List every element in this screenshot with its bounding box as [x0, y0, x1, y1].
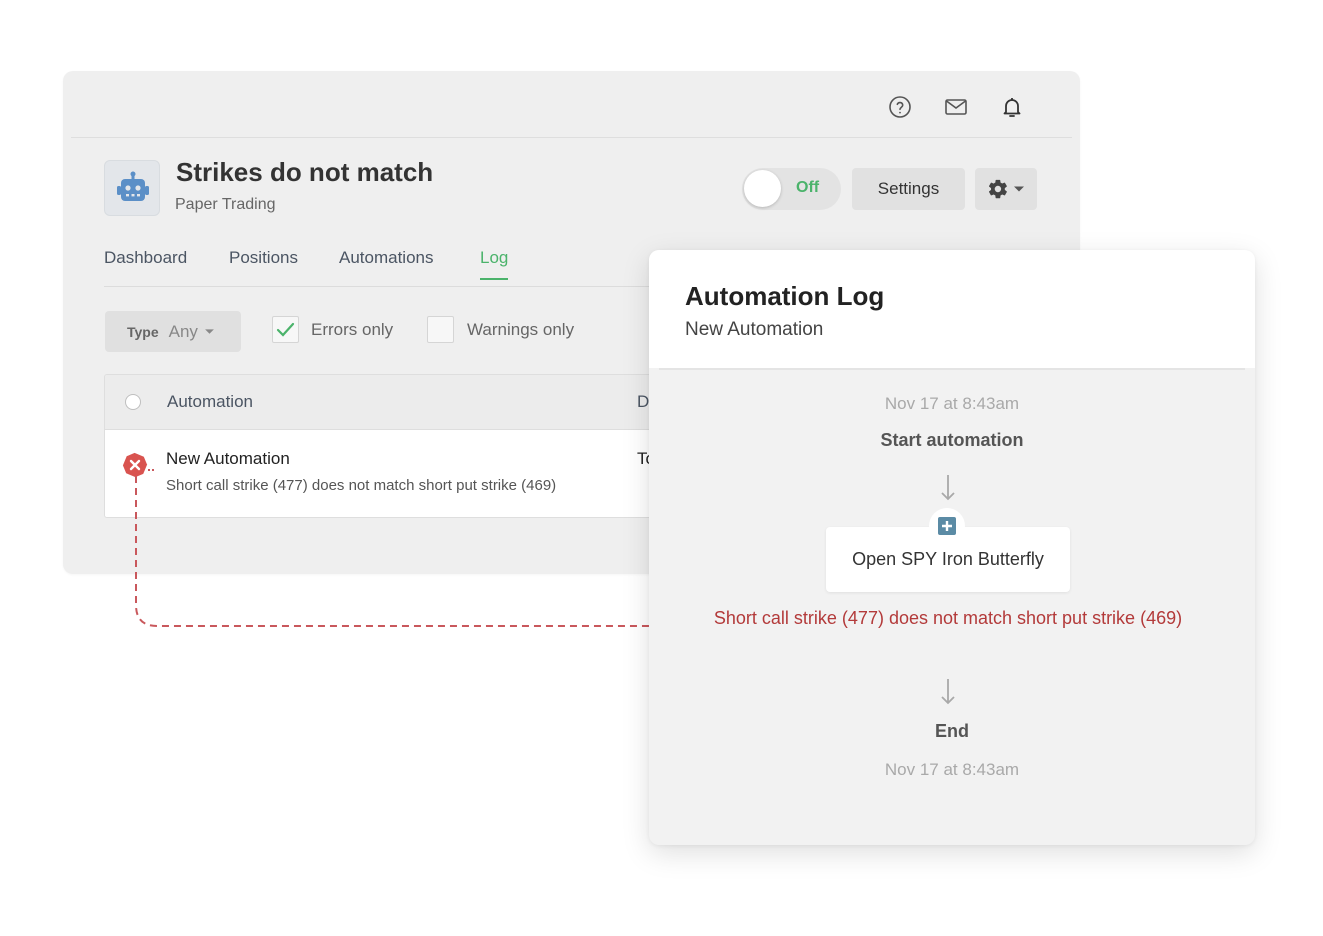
end-step: End [935, 721, 969, 741]
start-step: Start automation [880, 430, 1024, 450]
automation-log-panel: Automation Log New Automation Nov 17 at … [649, 250, 1255, 845]
log-panel-title: Automation Log [685, 281, 885, 311]
plus-icon [938, 517, 956, 535]
arrow-down-icon [941, 679, 955, 705]
start-timestamp: Nov 17 at 8:43am [884, 394, 1020, 413]
log-panel-subtitle: New Automation [685, 319, 824, 340]
end-timestamp: Nov 17 at 8:43am [884, 760, 1020, 779]
arrow-down-icon [941, 475, 955, 501]
plus-badge [929, 508, 965, 544]
error-message: Short call strike (477) does not match s… [713, 608, 1183, 628]
log-panel-header: Automation Log New Automation [649, 250, 1255, 368]
action-step-label: Open SPY Iron Butterfly [852, 549, 1044, 569]
divider [659, 368, 1245, 370]
